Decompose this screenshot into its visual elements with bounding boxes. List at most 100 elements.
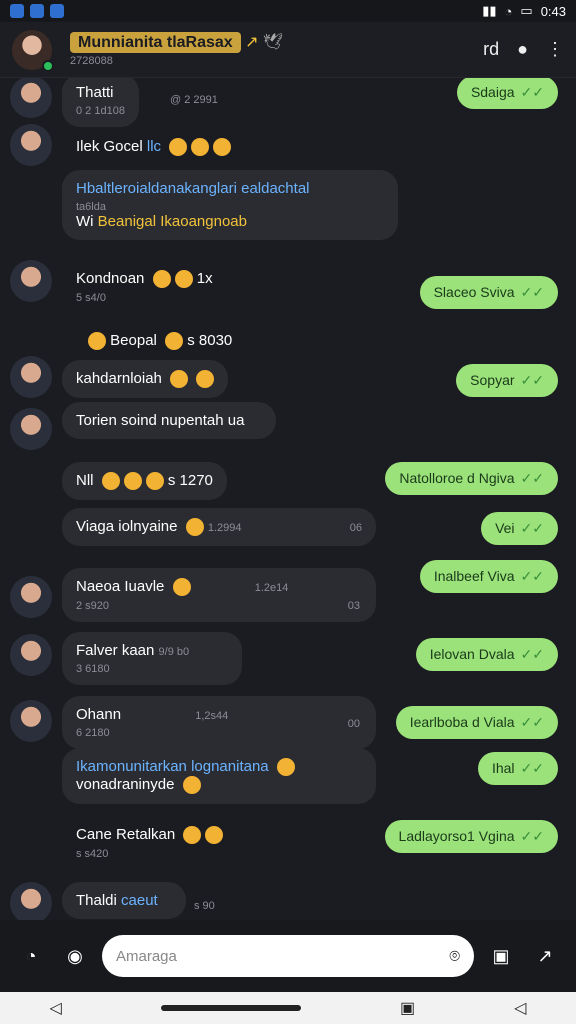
status-icons-left [10, 4, 64, 18]
message-text: Sdaiga [470, 84, 515, 100]
home-indicator[interactable] [160, 1005, 301, 1011]
edit-icon[interactable]: ↗ [245, 34, 258, 51]
message-bubble[interactable]: Natolloroe d Ngiva ✓✓ [385, 462, 558, 495]
sender-avatar[interactable] [10, 356, 52, 398]
message-meta: 6 2180 [76, 727, 110, 739]
message-bubble[interactable]: Viaga iolnyaine 1.2994 06 [62, 508, 376, 547]
sender-avatar[interactable] [10, 78, 52, 118]
emoji-icon [196, 370, 215, 389]
sender-name: Ohann [76, 706, 122, 723]
message-bubble[interactable]: Ohann 1,2s44 6 2180 00 [62, 696, 376, 749]
sender-name: Ilek [76, 138, 100, 155]
status-time: 0:43 [540, 3, 566, 19]
status-bar: ▮▮ ◔ ▭ 0:43 [0, 0, 576, 22]
message-bubble[interactable]: Ihal ✓✓ [477, 752, 558, 785]
header-right-label[interactable]: rd [483, 39, 499, 60]
sender-avatar[interactable] [10, 634, 52, 676]
emoji-icon [213, 138, 232, 157]
message-bubble[interactable]: Slaceo Sviva ✓✓ [419, 276, 558, 309]
message-text: vonadraninyde [76, 776, 175, 794]
message-bubble[interactable]: Nll s 1270 [62, 462, 227, 501]
message-bubble[interactable]: Falver kaan 9/9 b0 3 6180 [62, 632, 242, 685]
more-icon[interactable]: ⋮ [546, 39, 564, 60]
message-text: Vgina [478, 828, 515, 844]
read-receipt-icon: ✓✓ [520, 646, 544, 662]
chat-thread[interactable]: Thatti 0 2 1d108 @ 2 2991 Sdaiga ✓✓ Ilek … [0, 78, 576, 920]
sender-avatar[interactable] [10, 700, 52, 742]
emoji-icon [174, 270, 193, 289]
message-bubble[interactable]: Hbaltleroialdanakanglari ealdachtal ta6l… [62, 170, 398, 240]
sender-avatar[interactable] [10, 576, 52, 618]
sender-avatar[interactable] [10, 124, 52, 166]
message-bubble[interactable]: Ikamonunitarkan lognanitana vonadraninyd… [62, 748, 376, 805]
emoji-icon [183, 826, 202, 845]
message-bubble[interactable]: Thatti 0 2 1d108 [62, 78, 139, 127]
message-input[interactable]: Amaraga ⌾ [102, 935, 474, 977]
message-bubble[interactable]: Vei ✓✓ [481, 512, 558, 545]
sticker-icon[interactable]: ◔ [14, 939, 48, 973]
message-text: Sviva [480, 284, 515, 300]
emoji-icon [172, 578, 191, 597]
sender-avatar[interactable] [10, 408, 52, 450]
signal-icon: ▮▮ [482, 3, 497, 18]
sender-name: Nll [76, 472, 94, 489]
message-bubble[interactable]: Torien soind nupentah ua [62, 402, 276, 439]
message-text: Ikamonunitarkan lognanitana [76, 758, 269, 775]
read-receipt-icon: ✓✓ [520, 828, 544, 844]
message-text: Ihal [491, 760, 515, 776]
read-receipt-icon: ✓✓ [520, 760, 544, 776]
message-text: Viva [487, 568, 515, 584]
message-bubble[interactable]: Cane Retalkan s s420 [62, 816, 237, 870]
message-text: Ielovan [429, 646, 475, 662]
message-meta: 00 [347, 718, 360, 730]
emoji-icon [145, 472, 164, 491]
app-switch-icon[interactable]: ▣ [400, 998, 415, 1018]
emoji-icon [165, 332, 184, 351]
chat-header: Munnianita tlaRasax ↗ 🕊 2728088 rd ● ⋮ [0, 22, 576, 78]
message-bubble[interactable]: Ielovan Dvala ✓✓ [415, 638, 558, 671]
message-meta: 5 s4/0 [76, 292, 106, 305]
voice-icon[interactable]: ↗ [528, 939, 562, 973]
message-meta: Gocel [103, 138, 143, 155]
message-text: Dvala [478, 646, 515, 662]
sender-name: Thatti [76, 84, 114, 101]
sender-avatar[interactable] [10, 260, 52, 302]
message-bubble[interactable]: Naeoa Iuavle 1.2e14 2 s920 03 [62, 568, 376, 623]
read-receipt-icon: ✓✓ [520, 520, 544, 536]
message-bubble[interactable]: Ladlayorso1 Vgina ✓✓ [384, 820, 558, 853]
sender-name: Naeoa Iuavle [76, 578, 165, 595]
message-text: Sopyar [470, 372, 515, 388]
message-meta: ta6lda [76, 201, 106, 213]
status-icons-right: ▮▮ ◔ ▭ 0:43 [482, 3, 566, 19]
emoji-icon [101, 472, 120, 491]
app-icon [30, 4, 44, 18]
message-bubble[interactable]: Thaldi caeut [62, 882, 186, 919]
gallery-icon[interactable]: ▣ [484, 939, 518, 973]
nav-back-icon[interactable]: ◁ [514, 998, 526, 1018]
read-receipt-icon: ✓✓ [520, 470, 544, 486]
contact-info[interactable]: Munnianita tlaRasax ↗ 🕊 2728088 [70, 31, 283, 68]
message-bubble[interactable]: Kondnoan 1x 5 s4/0 [62, 260, 227, 314]
message-bubble[interactable]: Sdaiga ✓✓ [456, 78, 558, 109]
camera-icon[interactable]: ◉ [58, 939, 92, 973]
avatar-icon [88, 332, 106, 351]
message-bubble[interactable]: Iearlboba d Viala ✓✓ [395, 706, 558, 739]
read-receipt-icon: ✓✓ [520, 714, 544, 730]
attachment-icon[interactable]: ⌾ [449, 946, 460, 967]
message-text: Ladlayorso1 [398, 828, 475, 844]
message-text: Slaceo [433, 284, 477, 300]
emoji-icon [185, 518, 204, 537]
message-bubble[interactable]: kahdarnloiah [62, 360, 229, 399]
message-bubble[interactable]: Inalbeef Viva ✓✓ [419, 560, 558, 593]
back-icon[interactable]: ◁ [50, 998, 62, 1018]
message-bubble[interactable]: Ilek Gocel llc [62, 128, 245, 166]
emoji-icon [205, 826, 224, 845]
message-bubble[interactable]: Sopyar ✓✓ [456, 364, 558, 397]
profile-icon[interactable]: ● [517, 39, 528, 60]
contact-avatar[interactable] [12, 29, 54, 72]
message-meta: 1,2s44 [195, 710, 229, 722]
emoji-icon [276, 758, 295, 777]
badge: llc [146, 138, 162, 155]
message-bubble[interactable]: Beopal s 8030 [70, 322, 246, 360]
sender-avatar[interactable] [10, 882, 52, 920]
